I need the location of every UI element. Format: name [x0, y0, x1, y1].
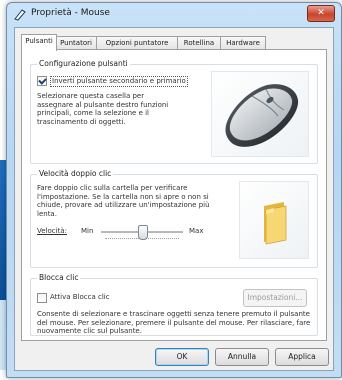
speed-min-label: Min	[81, 227, 94, 235]
apply-label: Applica	[288, 352, 316, 361]
ok-label: OK	[176, 352, 188, 361]
group-title: Blocca clic	[37, 273, 81, 282]
tab-label: Pulsanti	[25, 37, 53, 45]
mouse-pointer-icon	[14, 9, 26, 21]
group-double-click-speed: Velocità doppio clic Fare doppio clic su…	[30, 169, 318, 268]
mouse-properties-window: Proprietà - Mouse ✕ Pulsanti Puntatori O…	[6, 2, 342, 378]
group-title: Velocità doppio clic	[37, 169, 114, 178]
window-title: Proprietà - Mouse	[31, 8, 110, 18]
slider-thumb[interactable]	[138, 225, 148, 240]
tab-label: Opzioni puntatore	[105, 39, 169, 47]
apply-button[interactable]: Applica	[275, 348, 329, 366]
title-bar[interactable]: Proprietà - Mouse ✕	[7, 3, 341, 25]
close-icon: ✕	[317, 8, 325, 18]
switch-buttons-description: Selezionare questa casella per assegnare…	[37, 92, 169, 126]
click-lock-settings-button[interactable]: Impostazioni...	[243, 289, 307, 307]
cancel-label: Annulla	[227, 352, 257, 361]
tab-hardware[interactable]: Hardware	[220, 36, 266, 50]
tab-label: Puntatori	[60, 39, 92, 47]
switch-buttons-label[interactable]: Inverti pulsante secondario e primario	[50, 76, 188, 87]
folder-icon	[264, 202, 287, 245]
tab-panel-pulsanti: Configurazione pulsanti Inverti pulsante…	[21, 49, 327, 341]
tab-rotellina[interactable]: Rotellina	[177, 36, 221, 50]
close-button[interactable]: ✕	[307, 5, 335, 22]
settings-button-label: Impostazioni...	[247, 293, 303, 302]
mouse-icon	[225, 84, 299, 147]
tab-opzioni-puntatore[interactable]: Opzioni puntatore	[96, 36, 178, 50]
group-title: Configurazione pulsanti	[37, 59, 130, 68]
click-lock-checkbox[interactable]	[37, 293, 47, 303]
test-folder-box[interactable]	[239, 181, 309, 259]
tab-puntatori[interactable]: Puntatori	[55, 36, 97, 50]
group-button-configuration: Configurazione pulsanti Inverti pulsante…	[30, 59, 318, 164]
tab-label: Rotellina	[183, 39, 215, 47]
click-lock-label[interactable]: Attiva Blocca clic	[50, 293, 110, 302]
mouse-image-box	[211, 71, 309, 157]
tab-label: Hardware	[226, 39, 260, 47]
cancel-button[interactable]: Annulla	[215, 348, 269, 366]
click-lock-description: Consente di selezionare e trascinare ogg…	[37, 310, 311, 335]
dialog-client: Pulsanti Puntatori Opzioni puntatore Rot…	[14, 27, 334, 371]
double-click-description: Fare doppio clic sulla cartella per veri…	[37, 184, 210, 218]
group-click-lock: Blocca clic Attiva Blocca clic Impostazi…	[30, 273, 318, 336]
speed-label: Velocità:	[37, 227, 67, 235]
tab-pulsanti[interactable]: Pulsanti	[21, 34, 57, 51]
speed-max-label: Max	[189, 227, 204, 235]
switch-buttons-checkbox[interactable]	[37, 76, 47, 86]
ok-button[interactable]: OK	[155, 348, 209, 366]
